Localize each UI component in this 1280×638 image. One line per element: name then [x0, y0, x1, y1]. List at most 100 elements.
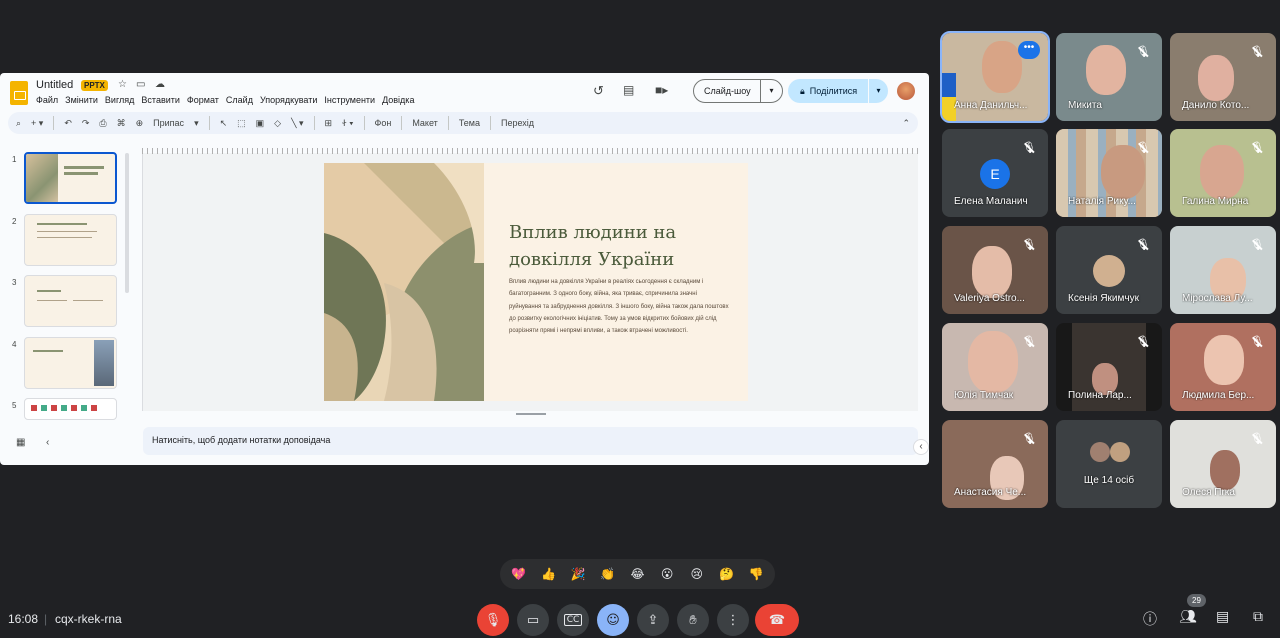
activities-icon[interactable]: ⧉ [1253, 609, 1263, 625]
participant-tile[interactable]: 🎙︎ Микита [1056, 33, 1162, 121]
text-box-icon[interactable]: ⬚ [237, 118, 246, 129]
reaction-thinking[interactable]: 🤔 [715, 563, 737, 585]
current-slide[interactable]: Вплив людини на довкілля України Вплив л… [324, 163, 748, 401]
comment-add-icon[interactable]: ⊞ [325, 118, 333, 129]
people-icon[interactable]: 👥︎ [1179, 609, 1197, 625]
new-slide-icon[interactable]: + ▾ [31, 118, 43, 129]
info-icon[interactable]: ⓘ [1143, 609, 1157, 629]
more-options-button[interactable]: ⋮ [717, 604, 749, 636]
participant-tile[interactable]: 🎙︎ Галина Мирна [1170, 129, 1276, 217]
reaction-thumbs-down[interactable]: 👎 [745, 563, 767, 585]
participant-tile[interactable]: Е 🎙︎ Елена Маланич [942, 129, 1048, 217]
speaker-notes[interactable]: Натисніть, щоб додати нотатки доповідача [143, 427, 918, 455]
reaction-sad[interactable]: 😢 [686, 563, 708, 585]
participant-tile[interactable]: 🎙︎ Юлія Тимчак [942, 323, 1048, 411]
slide-body-text[interactable]: Вплив людини на довкілля України в реалі… [509, 276, 729, 337]
star-icon[interactable]: ☆ [118, 79, 127, 90]
undo-icon[interactable]: ↶ [64, 118, 72, 129]
menu-insert[interactable]: Вставити [141, 95, 180, 105]
slideshow-button[interactable]: Слайд-шоу ▾ [693, 79, 783, 103]
participant-tile[interactable]: 🎙︎ Ксенія Якимчук [1056, 226, 1162, 314]
reaction-clap[interactable]: 👏 [597, 563, 619, 585]
chevron-down-icon[interactable]: ▾ [868, 79, 888, 103]
participant-tile[interactable]: 🎙︎ Мірослава Лу... [1170, 226, 1276, 314]
transition-button[interactable]: Перехід [501, 118, 534, 128]
reaction-heart[interactable]: 💖 [508, 563, 530, 585]
menu-format[interactable]: Формат [187, 95, 219, 105]
participant-tile[interactable]: ••• Анна Данильч... [940, 31, 1050, 123]
theme-button[interactable]: Тема [459, 118, 480, 128]
slide-thumbnail-5[interactable] [24, 398, 117, 420]
menu-view[interactable]: Вигляд [105, 95, 135, 105]
leave-call-button[interactable]: ☎︎ [755, 604, 799, 636]
present-button[interactable]: ⇪ [637, 604, 669, 636]
raise-hand-button[interactable]: ✋︎ [677, 604, 709, 636]
print-icon[interactable]: ⎙ [99, 118, 106, 129]
slide-thumbnail-2[interactable] [24, 214, 117, 266]
reaction-laugh[interactable]: 😂 [626, 563, 648, 585]
chevron-up-icon[interactable]: ⌃ [902, 118, 910, 129]
grid-view-icon[interactable]: ▦ [16, 437, 25, 448]
participant-tile[interactable]: 🎙︎ Людмила Бер... [1170, 323, 1276, 411]
filmstrip-scrollbar[interactable] [125, 153, 129, 293]
background-button[interactable]: Фон [375, 118, 392, 128]
participant-tile[interactable]: 🎙︎ Полина Лар... [1056, 323, 1162, 411]
more-options-icon[interactable]: ••• [1018, 41, 1040, 59]
zoom-icon[interactable]: ⊕ [136, 118, 144, 129]
reaction-party[interactable]: 🎉 [567, 563, 589, 585]
menu-tools[interactable]: Інструменти [324, 95, 375, 105]
participant-tile[interactable]: 🎙︎ Анастасия Че... [942, 420, 1048, 508]
reactions-button[interactable]: ☺ [597, 604, 629, 636]
comments-icon[interactable]: ▤ [623, 83, 634, 97]
menu-help[interactable]: Довідка [382, 95, 414, 105]
share-button[interactable]: 🔒︎ Поділитися ▾ [788, 79, 888, 103]
select-cursor-icon[interactable]: ↖ [220, 118, 228, 129]
menu-arrange[interactable]: Упорядкувати [260, 95, 317, 105]
chat-icon[interactable]: ▤ [1216, 609, 1229, 625]
slide-thumbnail-1[interactable] [24, 152, 117, 204]
menu-edit[interactable]: Змінити [65, 95, 98, 105]
camera-toggle-button[interactable]: ▭ [517, 604, 549, 636]
text-style-icon[interactable]: Ꮠ ▾ [342, 118, 353, 129]
divider [208, 116, 210, 130]
paint-format-icon[interactable]: ⌘ [117, 118, 126, 129]
chevron-down-icon[interactable]: ▾ [194, 118, 199, 129]
document-title[interactable]: Untitled [36, 79, 73, 91]
menu-file[interactable]: Файл [36, 95, 58, 105]
image-icon[interactable]: ▣ [256, 118, 265, 129]
mic-toggle-button[interactable]: 🎙︎ [477, 604, 509, 636]
participant-tile[interactable]: 🎙︎ Valeriya Ostro... [942, 226, 1048, 314]
line-icon[interactable]: ╲ ▾ [291, 118, 303, 129]
share-label: Поділитися [809, 86, 858, 96]
history-icon[interactable]: ↺ [593, 83, 604, 99]
zoom-fit-dropdown[interactable]: Припас [153, 118, 184, 128]
slide-filmstrip: 1 2 3 4 5 [8, 150, 128, 420]
slide-thumbnail-4[interactable] [24, 337, 117, 389]
participant-tile[interactable]: 🎙︎ Олеся Пrка [1170, 420, 1276, 508]
redo-icon[interactable]: ↷ [82, 118, 90, 129]
layout-button[interactable]: Макет [412, 118, 437, 128]
separator: | [44, 612, 48, 626]
reactions-bar: 💖 👍 🎉 👏 😂 😮 😢 🤔 👎 [500, 559, 775, 589]
participant-tile[interactable]: 🎙︎ Наталія Рику... [1056, 129, 1162, 217]
search-icon[interactable]: ⌕ [16, 118, 21, 129]
reaction-thumbs-up[interactable]: 👍 [537, 563, 559, 585]
chevron-left-icon[interactable]: ‹ [46, 437, 49, 448]
participant-tile[interactable]: 🎙︎ Данило Кото... [1170, 33, 1276, 121]
meet-video-icon[interactable]: ■▸ [655, 83, 668, 97]
slide-thumbnail-3[interactable] [24, 275, 117, 327]
avatar[interactable] [897, 82, 915, 100]
reaction-surprised[interactable]: 😮 [656, 563, 678, 585]
mic-off-icon: 🎙︎ [1248, 430, 1266, 448]
more-vert-icon: ⋮ [726, 612, 740, 628]
resize-handle[interactable] [516, 413, 546, 415]
menu-slide[interactable]: Слайд [226, 95, 253, 105]
mic-off-icon: 🎙︎ [484, 612, 502, 628]
chevron-left-icon[interactable]: ‹ [913, 439, 929, 455]
participant-tile[interactable]: Ще 14 осіб [1056, 420, 1162, 508]
slide-title[interactable]: Вплив людини на довкілля України [509, 219, 729, 273]
shape-icon[interactable]: ◇ [274, 118, 281, 129]
folder-icon[interactable]: ▭ [136, 79, 145, 90]
captions-button[interactable]: CC [557, 604, 589, 636]
chevron-down-icon[interactable]: ▾ [760, 80, 782, 102]
